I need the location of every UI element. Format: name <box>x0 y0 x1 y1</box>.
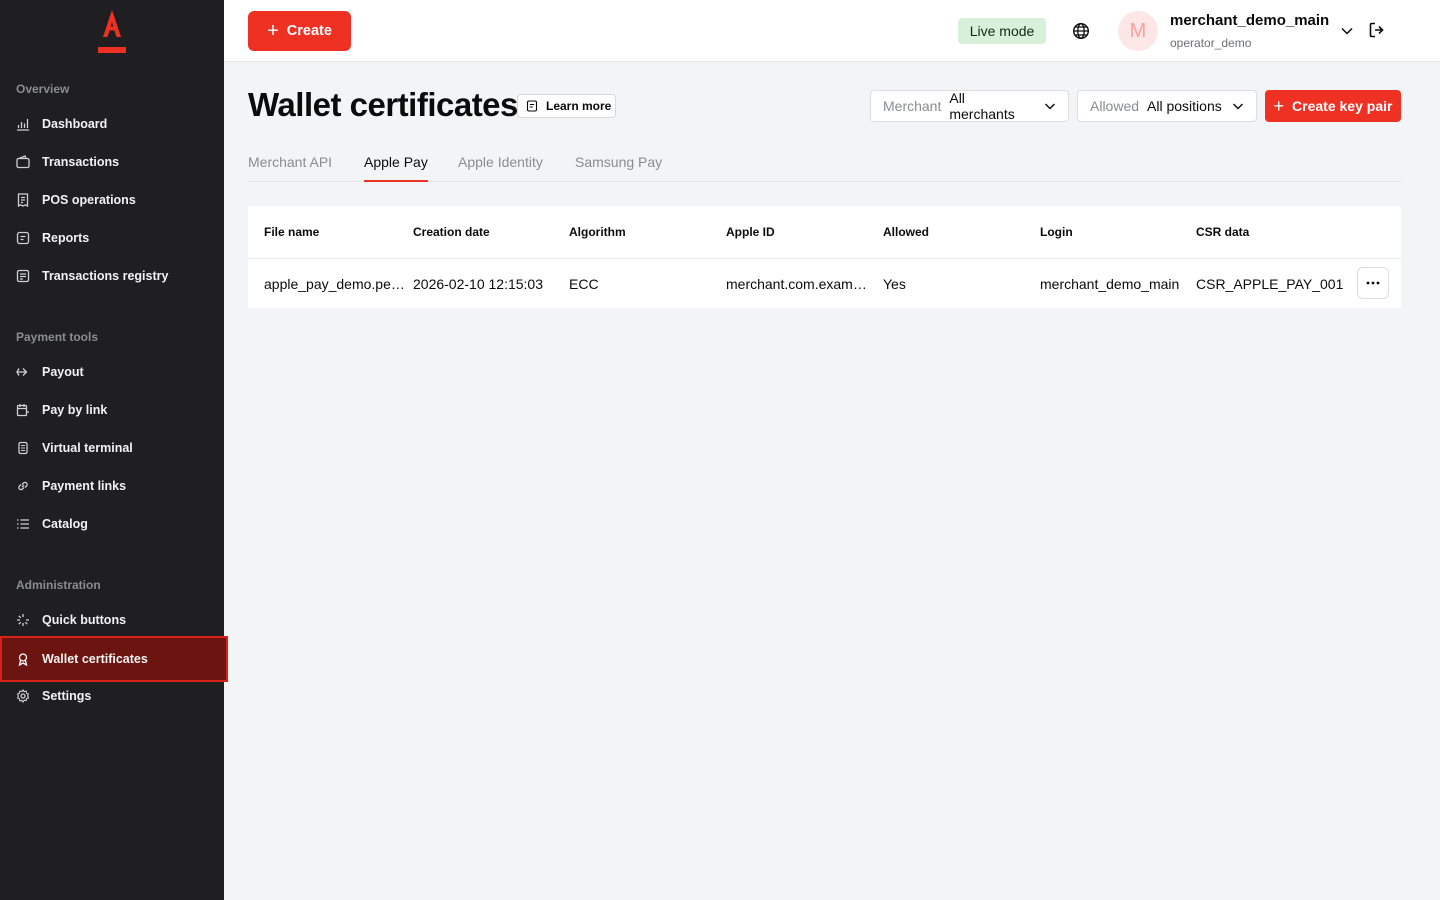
link-icon <box>16 479 30 493</box>
payout-icon <box>16 365 30 379</box>
section-title-overview: Overview <box>16 82 70 96</box>
avatar[interactable]: M <box>1118 11 1158 51</box>
calendar-link-icon <box>16 403 30 417</box>
allowed-filter-label: Allowed <box>1090 98 1140 114</box>
sidebar-item-label: Dashboard <box>42 117 108 131</box>
sidebar-item-transactions-registry[interactable]: Transactions registry <box>0 257 224 295</box>
merchant-filter-value: All merchants <box>949 90 1015 122</box>
top-header: + Create Live mode M merchant_demo_main … <box>224 0 1440 62</box>
bar-chart-icon <box>16 117 30 131</box>
gear-icon <box>16 689 30 703</box>
sidebar-item-pos-operations[interactable]: POS operations <box>0 181 224 219</box>
logout-icon[interactable] <box>1368 21 1386 39</box>
column-header-login[interactable]: Login <box>1040 225 1073 239</box>
registry-icon <box>16 269 30 283</box>
merchant-filter-label: Merchant <box>883 98 942 114</box>
receipt-icon <box>16 193 30 207</box>
plus-icon: + <box>1273 96 1285 116</box>
column-header-apple-id[interactable]: Apple ID <box>726 225 775 239</box>
sidebar-item-catalog[interactable]: Catalog <box>0 505 224 543</box>
cell-apple-id: merchant.com.exam… <box>726 276 867 292</box>
column-header-creation-date[interactable]: Creation date <box>413 225 490 239</box>
table-row[interactable]: apple_pay_demo.pe… 2026-02-10 12:15:03 E… <box>248 259 1401 308</box>
list-icon <box>16 517 30 531</box>
sidebar-item-label: Reports <box>42 231 90 245</box>
sidebar-item-label: Catalog <box>42 517 88 531</box>
sidebar-item-quick-buttons[interactable]: Quick buttons <box>0 601 224 639</box>
cell-creation-date: 2026-02-10 12:15:03 <box>413 276 543 292</box>
sidebar-item-label: Transactions registry <box>42 269 169 283</box>
cell-algorithm: ECC <box>569 276 599 292</box>
report-icon <box>16 231 30 245</box>
cell-file-name: apple_pay_demo.pe… <box>264 276 405 292</box>
sidebar-item-label: Payment links <box>42 479 127 493</box>
create-key-pair-button[interactable]: + Create key pair <box>1265 90 1401 122</box>
plus-icon: + <box>267 20 279 42</box>
tab-apple-pay[interactable]: Apple Pay <box>364 154 428 182</box>
sidebar-item-transactions[interactable]: Transactions <box>0 143 224 181</box>
user-login: operator_demo <box>1170 36 1252 50</box>
sidebar-item-reports[interactable]: Reports <box>0 219 224 257</box>
sidebar-item-label: Quick buttons <box>42 613 127 627</box>
sidebar-item-label: Payout <box>42 365 84 379</box>
create-key-pair-label: Create key pair <box>1292 98 1393 114</box>
cell-allowed: Yes <box>883 276 906 292</box>
chevron-down-icon <box>1045 103 1055 110</box>
section-title-administration: Administration <box>16 578 101 592</box>
sidebar-item-label: Virtual terminal <box>42 441 133 455</box>
sidebar-item-pay-by-link[interactable]: Pay by link <box>0 391 224 429</box>
row-actions-button[interactable] <box>1357 267 1389 299</box>
tab-apple-identity[interactable]: Apple Identity <box>458 154 543 182</box>
more-horizontal-icon <box>1366 281 1380 285</box>
sidebar-item-dashboard[interactable]: Dashboard <box>0 105 224 143</box>
sidebar-item-virtual-terminal[interactable]: Virtual terminal <box>0 429 224 467</box>
column-header-algorithm[interactable]: Algorithm <box>569 225 626 239</box>
create-button-label: Create <box>286 23 332 39</box>
allowed-filter-select[interactable]: Allowed All positions <box>1077 90 1257 122</box>
learn-more-label: Learn more <box>546 99 612 113</box>
sparkle-icon <box>16 613 30 627</box>
sidebar-item-payment-links[interactable]: Payment links <box>0 467 224 505</box>
document-icon <box>526 100 538 112</box>
wallet-icon <box>16 155 30 169</box>
column-header-csr-data[interactable]: CSR data <box>1196 225 1249 239</box>
create-button[interactable]: + Create <box>248 11 351 51</box>
allowed-filter-value: All positions <box>1147 98 1222 114</box>
certificate-icon <box>16 652 30 666</box>
sidebar-item-label: Pay by link <box>42 403 108 417</box>
chevron-down-icon[interactable] <box>1340 24 1354 38</box>
learn-more-button[interactable]: Learn more <box>517 94 616 118</box>
sidebar-item-label: Settings <box>42 689 92 703</box>
chevron-down-icon <box>1232 103 1243 110</box>
terminal-icon <box>16 441 30 455</box>
user-name: merchant_demo_main <box>1170 12 1330 29</box>
column-header-allowed[interactable]: Allowed <box>883 225 929 239</box>
tab-merchant-api[interactable]: Merchant API <box>248 154 332 182</box>
page-title: Wallet certificates <box>248 86 518 123</box>
sidebar-item-payout[interactable]: Payout <box>0 353 224 391</box>
sidebar-item-settings[interactable]: Settings <box>0 677 224 715</box>
sidebar-item-label: POS operations <box>42 193 136 207</box>
section-title-payment-tools: Payment tools <box>16 330 99 344</box>
column-header-file-name[interactable]: File name <box>264 225 319 239</box>
sidebar: Overview Dashboard Transactions POS oper… <box>0 0 228 900</box>
cell-login: merchant_demo_main <box>1040 276 1180 292</box>
cell-csr-data: CSR_APPLE_PAY_001 <box>1196 276 1344 292</box>
sidebar-item-label: Wallet certificates <box>42 652 148 666</box>
sidebar-item-label: Transactions <box>42 155 120 169</box>
certificates-table: File name Creation date Algorithm Apple … <box>248 206 1401 308</box>
brand-logo-icon[interactable] <box>97 10 127 55</box>
globe-icon[interactable] <box>1072 22 1090 40</box>
merchant-filter-select[interactable]: Merchant All merchants <box>870 90 1069 122</box>
table-header: File name Creation date Algorithm Apple … <box>248 206 1401 259</box>
sidebar-item-wallet-certificates[interactable]: Wallet certificates <box>0 636 228 682</box>
certificate-tabs: Merchant API Apple Pay Apple Identity Sa… <box>248 146 1401 182</box>
live-mode-badge[interactable]: Live mode <box>958 18 1046 44</box>
tab-samsung-pay[interactable]: Samsung Pay <box>575 154 662 182</box>
